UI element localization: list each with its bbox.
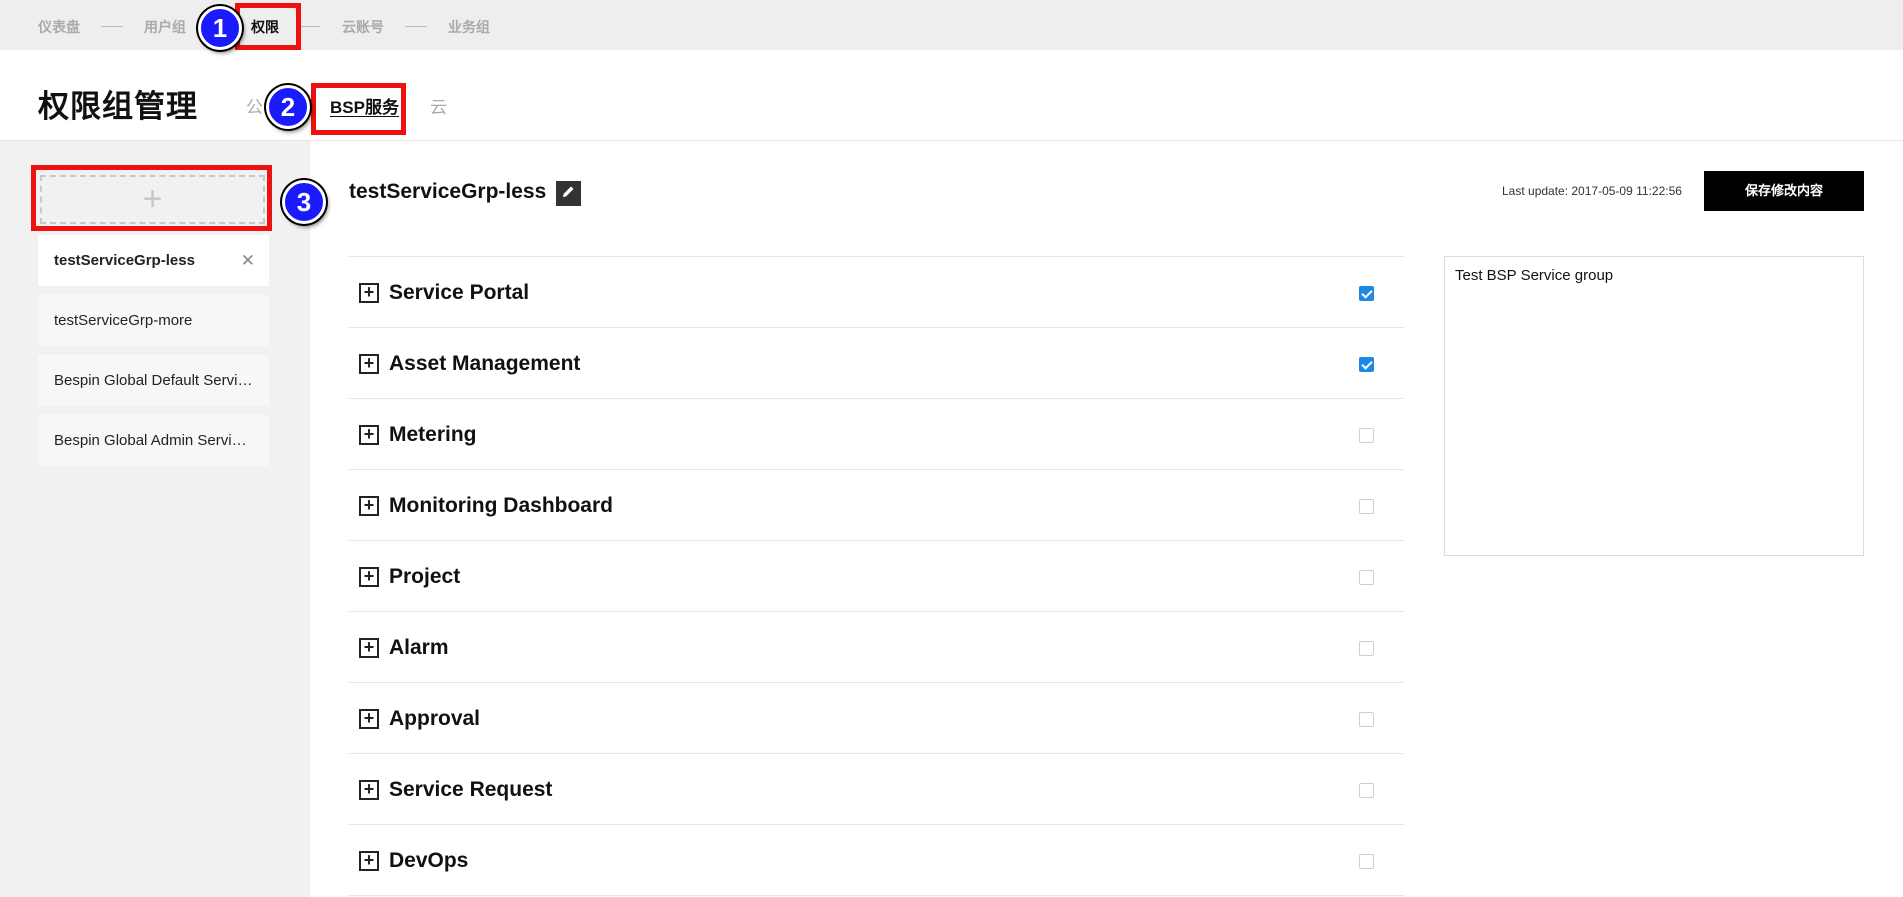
permission-row-approval: + Approval bbox=[349, 683, 1404, 754]
permission-label: Asset Management bbox=[389, 352, 581, 375]
permission-checkbox[interactable] bbox=[1359, 854, 1374, 869]
group-item-admin-service-group[interactable]: Bespin Global Admin Service Group bbox=[38, 415, 269, 466]
expand-plus-icon[interactable]: + bbox=[359, 638, 379, 658]
permission-list: + Service Portal + Asset Management + Me… bbox=[349, 256, 1404, 896]
permission-checkbox[interactable] bbox=[1359, 499, 1374, 514]
annotation-number-badge: 1 bbox=[198, 6, 242, 50]
permission-checkbox[interactable] bbox=[1359, 570, 1374, 585]
last-update-text: Last update: 2017-05-09 11:22:56 bbox=[1502, 184, 1682, 198]
nav-separator bbox=[101, 26, 123, 27]
pencil-icon-glyph bbox=[563, 186, 574, 197]
nav-separator bbox=[405, 26, 427, 27]
permission-label: Monitoring Dashboard bbox=[389, 494, 613, 517]
group-item-label: Bespin Global Admin Service Group bbox=[54, 432, 269, 449]
pencil-icon[interactable] bbox=[556, 181, 581, 206]
annotation-highlight-box bbox=[235, 3, 301, 50]
permission-row-service-request: + Service Request bbox=[349, 754, 1404, 825]
permission-label: Project bbox=[389, 565, 461, 588]
nav-cloud-account[interactable]: 云账号 bbox=[342, 17, 384, 37]
permission-row-asset-management: + Asset Management bbox=[349, 328, 1404, 399]
annotation-number-badge: 3 bbox=[282, 180, 326, 224]
permission-row-alarm: + Alarm bbox=[349, 612, 1404, 683]
group-item-testservicegrp-less[interactable]: testServiceGrp-less ✕ bbox=[38, 235, 269, 286]
group-name-title: testServiceGrp-less bbox=[349, 180, 547, 203]
annotation-highlight-box bbox=[31, 165, 272, 231]
expand-plus-icon[interactable]: + bbox=[359, 851, 379, 871]
tab-public[interactable]: 公 bbox=[246, 93, 263, 118]
annotation-highlight-box bbox=[311, 83, 406, 135]
permission-row-service-portal: + Service Portal bbox=[349, 257, 1404, 328]
nav-business-group[interactable]: 业务组 bbox=[448, 17, 490, 37]
permission-checkbox[interactable] bbox=[1359, 286, 1374, 301]
permission-label: Approval bbox=[389, 707, 481, 730]
permission-checkbox[interactable] bbox=[1359, 712, 1374, 727]
group-item-label: testServiceGrp-more bbox=[54, 312, 193, 329]
permission-checkbox[interactable] bbox=[1359, 428, 1374, 443]
close-icon[interactable]: ✕ bbox=[241, 235, 255, 286]
page-title: 权限组管理 bbox=[38, 89, 198, 125]
expand-plus-icon[interactable]: + bbox=[359, 354, 379, 374]
expand-plus-icon[interactable]: + bbox=[359, 709, 379, 729]
expand-plus-icon[interactable]: + bbox=[359, 567, 379, 587]
permission-label: Alarm bbox=[389, 636, 449, 659]
group-item-label: testServiceGrp-less bbox=[54, 252, 195, 269]
permission-label: DevOps bbox=[389, 849, 469, 872]
expand-plus-icon[interactable]: + bbox=[359, 780, 379, 800]
permission-row-devops: + DevOps bbox=[349, 825, 1404, 896]
permission-label: Service Request bbox=[389, 778, 553, 801]
permission-checkbox[interactable] bbox=[1359, 783, 1374, 798]
permission-label: Metering bbox=[389, 423, 477, 446]
permission-row-monitoring-dashboard: + Monitoring Dashboard bbox=[349, 470, 1404, 541]
expand-plus-icon[interactable]: + bbox=[359, 496, 379, 516]
tab-cloud[interactable]: 云 bbox=[430, 93, 447, 118]
group-item-label: Bespin Global Default Service Group bbox=[54, 372, 269, 389]
group-item-testservicegrp-more[interactable]: testServiceGrp-more bbox=[38, 295, 269, 346]
expand-plus-icon[interactable]: + bbox=[359, 283, 379, 303]
annotation-number-badge: 2 bbox=[266, 85, 310, 129]
save-changes-button[interactable]: 保存修改内容 bbox=[1704, 171, 1864, 211]
nav-user-group[interactable]: 用户组 bbox=[144, 17, 186, 37]
nav-separator bbox=[298, 26, 320, 27]
group-item-default-service-group[interactable]: Bespin Global Default Service Group bbox=[38, 355, 269, 406]
permission-row-project: + Project bbox=[349, 541, 1404, 612]
nav-dashboard[interactable]: 仪表盘 bbox=[38, 17, 80, 37]
description-textarea[interactable]: Test BSP Service group bbox=[1444, 256, 1864, 556]
permission-label: Service Portal bbox=[389, 281, 530, 304]
permission-row-metering: + Metering bbox=[349, 399, 1404, 470]
permission-checkbox[interactable] bbox=[1359, 641, 1374, 656]
permission-checkbox[interactable] bbox=[1359, 357, 1374, 372]
expand-plus-icon[interactable]: + bbox=[359, 425, 379, 445]
